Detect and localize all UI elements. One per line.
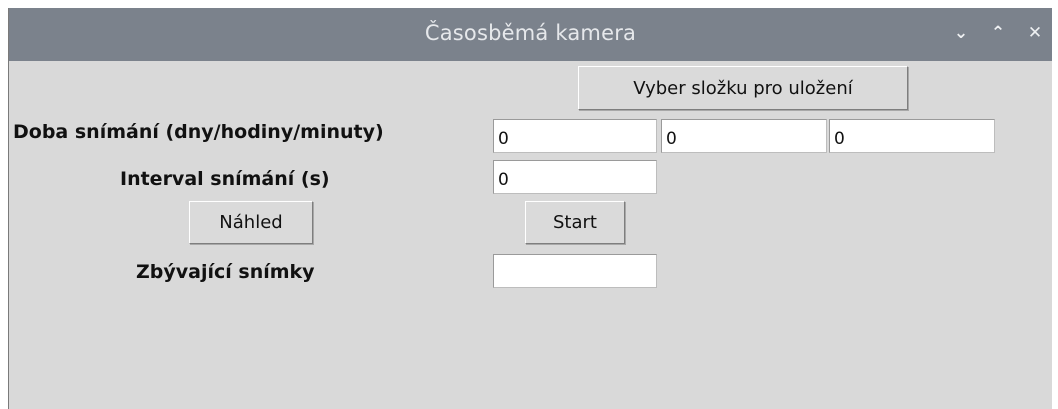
duration-days-field[interactable]: [493, 119, 657, 153]
interval-field[interactable]: [493, 160, 657, 194]
remaining-frames-field[interactable]: [493, 254, 657, 288]
duration-label: Doba snímání (dny/hodiny/minuty): [13, 121, 384, 143]
title-bar[interactable]: Časosběmá kamera ⌄ ⌃ ✕: [9, 8, 1052, 61]
select-folder-button[interactable]: Vyber složku pro uložení: [578, 66, 908, 110]
window-title: Časosběmá kamera: [424, 21, 637, 45]
maximize-icon[interactable]: ⌃: [983, 18, 1013, 48]
app-window: Časosběmá kamera ⌄ ⌃ ✕ Vyber složku pro …: [8, 8, 1052, 409]
minimize-icon[interactable]: ⌄: [946, 18, 976, 48]
interval-label: Interval snímání (s): [120, 168, 330, 190]
remaining-frames-label: Zbývající snímky: [136, 261, 315, 283]
duration-minutes-field[interactable]: [829, 119, 995, 153]
close-icon[interactable]: ✕: [1020, 18, 1050, 48]
start-button[interactable]: Start: [525, 201, 625, 244]
duration-hours-field[interactable]: [661, 119, 827, 153]
preview-button[interactable]: Náhled: [189, 201, 313, 244]
